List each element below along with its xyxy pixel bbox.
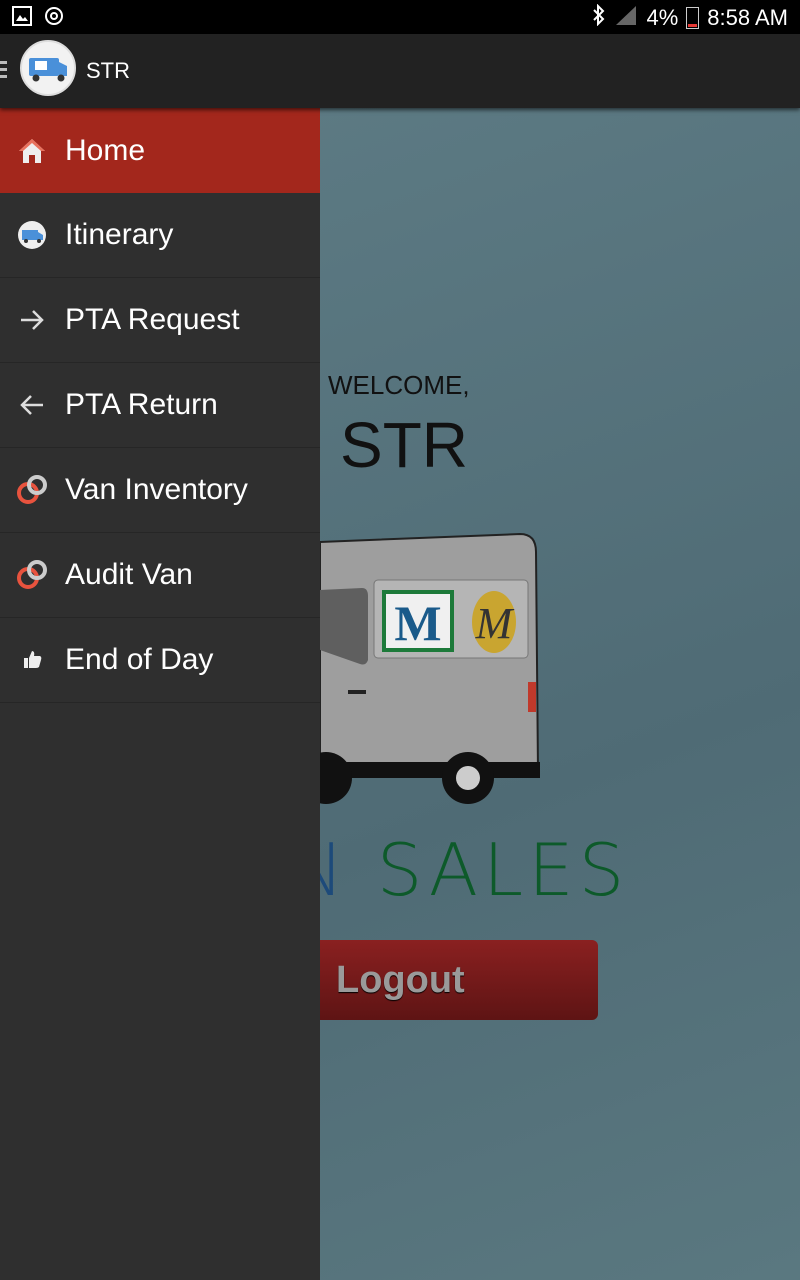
nav-item-label: PTA Return: [65, 388, 218, 421]
nav-item-label: Home: [65, 133, 146, 167]
navigation-drawer: Home Itinerary PTA Request PTA Return Va…: [0, 108, 320, 1280]
van-logo-script: M: [475, 599, 515, 648]
nav-item-van-inventory[interactable]: Van Inventory: [0, 448, 320, 533]
nav-item-audit-van[interactable]: Audit Van: [0, 533, 320, 618]
nav-item-label: PTA Request: [65, 303, 240, 336]
arrow-right-icon: [16, 304, 48, 336]
van-logo-icon: [16, 219, 48, 251]
nav-item-itinerary[interactable]: Itinerary: [0, 193, 320, 278]
nav-item-home[interactable]: Home: [0, 108, 320, 193]
battery-percent: 4%: [646, 5, 679, 30]
user-name: STR: [340, 409, 468, 481]
app-title: STR: [86, 58, 130, 83]
brand-name: N SALES: [290, 828, 629, 912]
nav-item-pta-request[interactable]: PTA Request: [0, 278, 320, 363]
welcome-label: WELCOME,: [328, 370, 470, 400]
van-illustration: M M: [300, 522, 550, 827]
signal-icon: [614, 4, 638, 32]
rings-icon: [16, 559, 48, 591]
battery-icon: [686, 7, 700, 29]
status-bar: 4% 8:58 AM: [0, 0, 800, 34]
hamburger-icon[interactable]: [0, 61, 7, 79]
van-logo-letter: M: [394, 595, 441, 651]
nav-item-label: Van Inventory: [65, 473, 248, 506]
clock: 8:58 AM: [707, 5, 788, 30]
thumbs-up-icon: [16, 644, 48, 676]
nav-item-end-of-day[interactable]: End of Day: [0, 618, 320, 703]
logout-button[interactable]: Logout: [300, 940, 598, 1020]
app-logo[interactable]: [20, 40, 76, 96]
gallery-notification-icon: [12, 6, 32, 31]
brand-name-sales: SALES: [376, 828, 630, 912]
action-bar: STR: [0, 34, 800, 108]
nav-item-pta-return[interactable]: PTA Return: [0, 363, 320, 448]
home-icon: [16, 135, 48, 167]
bluetooth-icon: [592, 3, 606, 32]
nav-item-label: End of Day: [65, 643, 214, 676]
sync-notification-icon: [44, 6, 64, 31]
arrow-left-icon: [16, 389, 48, 421]
nav-item-label: Audit Van: [65, 558, 193, 591]
rings-icon: [16, 474, 48, 506]
nav-item-label: Itinerary: [65, 218, 174, 251]
